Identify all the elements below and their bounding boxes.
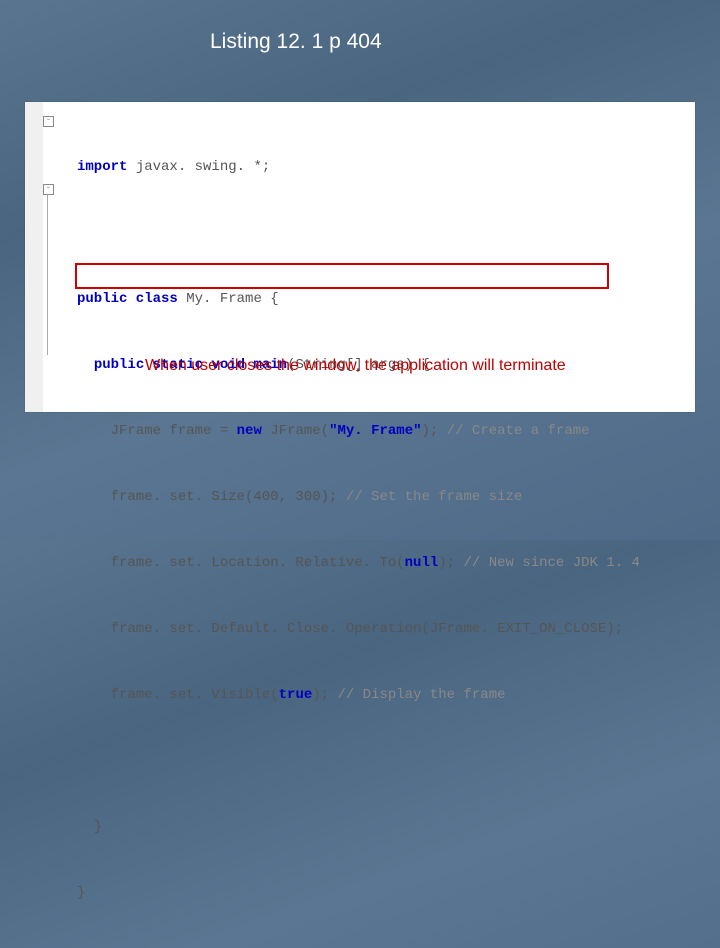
code-line: frame. set. Size(400, 300); // Set the f…	[77, 486, 640, 508]
editor-gutter	[25, 102, 44, 412]
code-line: frame. set. Visible(true); // Display th…	[77, 684, 640, 706]
code-line: frame. set. Default. Close. Operation(JF…	[77, 618, 640, 640]
code-listing-panel: - - import javax. swing. *; public class…	[25, 102, 695, 412]
code-line: frame. set. Location. Relative. To(null)…	[77, 552, 640, 574]
fold-icon: -	[43, 116, 54, 127]
fold-column: - -	[43, 102, 73, 412]
code-line	[77, 222, 640, 244]
fold-icon: -	[43, 184, 54, 195]
code-content: import javax. swing. *; public class My.…	[77, 112, 640, 948]
code-line: import javax. swing. *;	[77, 156, 640, 178]
slide-title: Listing 12. 1 p 404	[210, 30, 382, 54]
fold-line	[47, 195, 48, 355]
code-line: JFrame frame = new JFrame("My. Frame"); …	[77, 420, 640, 442]
code-line: }	[77, 882, 640, 904]
annotation-caption: When user closes the window, the applica…	[145, 357, 566, 375]
code-line: public class My. Frame {	[77, 288, 640, 310]
code-line: }	[77, 816, 640, 838]
code-line	[77, 750, 640, 772]
